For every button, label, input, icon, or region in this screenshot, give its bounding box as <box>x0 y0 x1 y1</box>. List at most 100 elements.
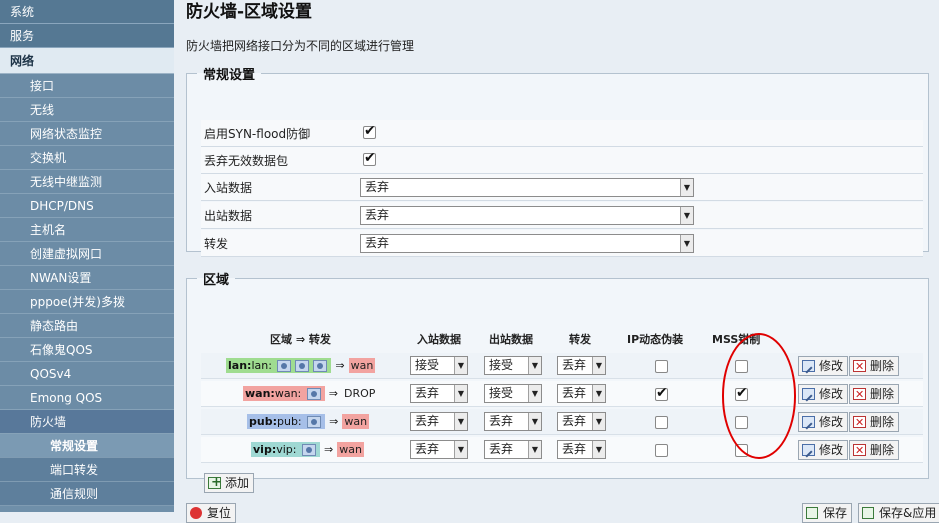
edit-icon <box>802 388 815 400</box>
sidebar-item-network-monitor[interactable]: 网络状态监控 <box>0 122 174 146</box>
zone-cell: vip:vip: ⇒ wan <box>251 440 364 460</box>
delete-button[interactable]: 删除 <box>849 412 900 432</box>
header-masquerade: IP动态伪装 <box>627 333 684 346</box>
wifi-icon <box>313 360 328 372</box>
forward-policy-select[interactable]: 丢弃 <box>360 234 694 253</box>
zone-forward-select[interactable]: 丢弃 <box>557 356 606 375</box>
reset-button[interactable]: 复位 <box>186 503 237 523</box>
chevron-down-icon <box>592 385 605 402</box>
forward-policy-label: 转发 <box>204 237 229 251</box>
chevron-down-icon <box>592 413 605 430</box>
forward-policy-row: 转发 丢弃 <box>201 230 923 257</box>
arrow-icon: ⇒ <box>323 443 334 456</box>
sidebar-item-nwan[interactable]: NWAN设置 <box>0 266 174 290</box>
sidebar: 系统 服务 网络 接口 无线 网络状态监控 交换机 无线中继监测 DHCP/DN… <box>0 0 174 512</box>
sidebar-item-switch[interactable]: 交换机 <box>0 146 174 170</box>
syn-flood-row: 启用SYN-flood防御 ✔ <box>201 120 923 147</box>
chevron-down-icon <box>454 385 467 402</box>
sidebar-item-services[interactable]: 服务 <box>0 24 174 48</box>
delete-icon <box>853 414 866 432</box>
output-policy-row: 出站数据 丢弃 <box>201 202 923 229</box>
zone-forward-select[interactable]: 丢弃 <box>557 384 606 403</box>
delete-button[interactable]: 删除 <box>849 440 900 460</box>
zone-output-select[interactable]: 丢弃 <box>484 440 542 459</box>
zone-input-select[interactable]: 丢弃 <box>410 384 468 403</box>
edit-button[interactable]: 修改 <box>798 356 849 376</box>
network-icon <box>277 360 292 372</box>
zone-masquerade-checkbox[interactable] <box>655 360 668 373</box>
zone-masquerade-checkbox[interactable]: ✔ <box>655 385 668 401</box>
annotation-ellipse <box>722 333 796 459</box>
sidebar-item-virtual-interface[interactable]: 创建虚拟网口 <box>0 242 174 266</box>
header-forward: 转发 <box>569 333 591 346</box>
output-policy-select[interactable]: 丢弃 <box>360 206 694 225</box>
edit-button[interactable]: 修改 <box>798 384 849 404</box>
sidebar-item-firewall[interactable]: 防火墙 <box>0 410 174 434</box>
sidebar-item-qosv4[interactable]: QOSv4 <box>0 362 174 386</box>
save-icon <box>806 507 818 519</box>
syn-flood-label: 启用SYN-flood防御 <box>204 127 311 141</box>
sidebar-subitem-general[interactable]: 常规设置 <box>0 434 174 458</box>
edit-icon <box>802 444 815 456</box>
sidebar-item-interfaces[interactable]: 接口 <box>0 74 174 98</box>
sidebar-item-static-routes[interactable]: 静态路由 <box>0 314 174 338</box>
zones-legend: 区域 <box>203 273 230 288</box>
save-apply-icon <box>862 507 874 519</box>
delete-button[interactable]: 删除 <box>849 384 900 404</box>
wifi-icon <box>301 444 316 456</box>
sidebar-item-network[interactable]: 网络 <box>0 48 174 74</box>
edit-button[interactable]: 修改 <box>798 412 849 432</box>
zone-cell: pub:pub: ⇒ wan <box>247 412 370 432</box>
zone-input-select[interactable]: 接受 <box>410 356 468 375</box>
page-title: 防火墙-区域设置 <box>186 2 313 22</box>
zone-masquerade-checkbox[interactable] <box>655 416 668 429</box>
zone-tag-vip: vip:vip: <box>251 442 320 457</box>
check-icon: ✔ <box>364 123 376 139</box>
edit-icon <box>802 416 815 428</box>
reset-icon <box>190 507 202 519</box>
save-button[interactable]: 保存 <box>802 503 853 523</box>
add-icon <box>208 474 222 492</box>
dest-zone: wan <box>342 414 370 429</box>
chevron-down-icon <box>528 385 541 402</box>
chevron-down-icon <box>680 179 693 196</box>
dest-zone: wan <box>348 358 376 373</box>
drop-invalid-checkbox[interactable]: ✔ <box>363 150 376 166</box>
zone-output-select[interactable]: 接受 <box>484 384 542 403</box>
zone-cell: lan:lan: ⇒ wan <box>226 356 376 376</box>
general-settings-legend: 常规设置 <box>203 68 256 83</box>
zone-forward-select[interactable]: 丢弃 <box>557 412 606 431</box>
sidebar-item-system[interactable]: 系统 <box>0 0 174 24</box>
input-policy-select[interactable]: 丢弃 <box>360 178 694 197</box>
drop-invalid-label: 丢弃无效数据包 <box>204 154 289 168</box>
wifi-icon <box>295 360 310 372</box>
sidebar-subitem-traffic-rules[interactable]: 通信规则 <box>0 482 174 506</box>
zones-section: 区域 区域 ⇒ 转发 入站数据 出站数据 转发 IP动态伪装 MSS钳制 lan… <box>186 269 929 493</box>
zone-forward-select[interactable]: 丢弃 <box>557 440 606 459</box>
chevron-down-icon <box>528 441 541 458</box>
table-row: wan:wan: ⇒DROP 丢弃 接受 丢弃 ✔ ✔ 修改 删除 <box>201 381 923 407</box>
sidebar-item-emong-qos[interactable]: Emong QOS <box>0 386 174 410</box>
header-zone-forward: 区域 ⇒ 转发 <box>270 333 331 346</box>
zone-input-select[interactable]: 丢弃 <box>410 440 468 459</box>
sidebar-item-dhcp-dns[interactable]: DHCP/DNS <box>0 194 174 218</box>
zone-output-select[interactable]: 丢弃 <box>484 412 542 431</box>
delete-button[interactable]: 删除 <box>849 356 900 376</box>
syn-flood-checkbox[interactable]: ✔ <box>363 123 376 139</box>
zone-tag-wan: wan:wan: <box>243 386 325 401</box>
chevron-down-icon <box>680 235 693 252</box>
zone-masquerade-checkbox[interactable] <box>655 444 668 457</box>
sidebar-item-wireless[interactable]: 无线 <box>0 98 174 122</box>
input-policy-label: 入站数据 <box>204 181 253 195</box>
add-zone-button[interactable]: 添加 <box>204 473 255 493</box>
sidebar-item-hostnames[interactable]: 主机名 <box>0 218 174 242</box>
edit-button[interactable]: 修改 <box>798 440 849 460</box>
sidebar-subitem-port-forward[interactable]: 端口转发 <box>0 458 174 482</box>
save-apply-button[interactable]: 保存&应用 <box>858 503 939 523</box>
sidebar-item-pppoe[interactable]: pppoe(并发)多拨 <box>0 290 174 314</box>
sidebar-item-gargoyle-qos[interactable]: 石像鬼QOS <box>0 338 174 362</box>
edit-icon <box>802 360 815 372</box>
zone-output-select[interactable]: 接受 <box>484 356 542 375</box>
zone-input-select[interactable]: 丢弃 <box>410 412 468 431</box>
sidebar-item-wireless-relay[interactable]: 无线中继监测 <box>0 170 174 194</box>
